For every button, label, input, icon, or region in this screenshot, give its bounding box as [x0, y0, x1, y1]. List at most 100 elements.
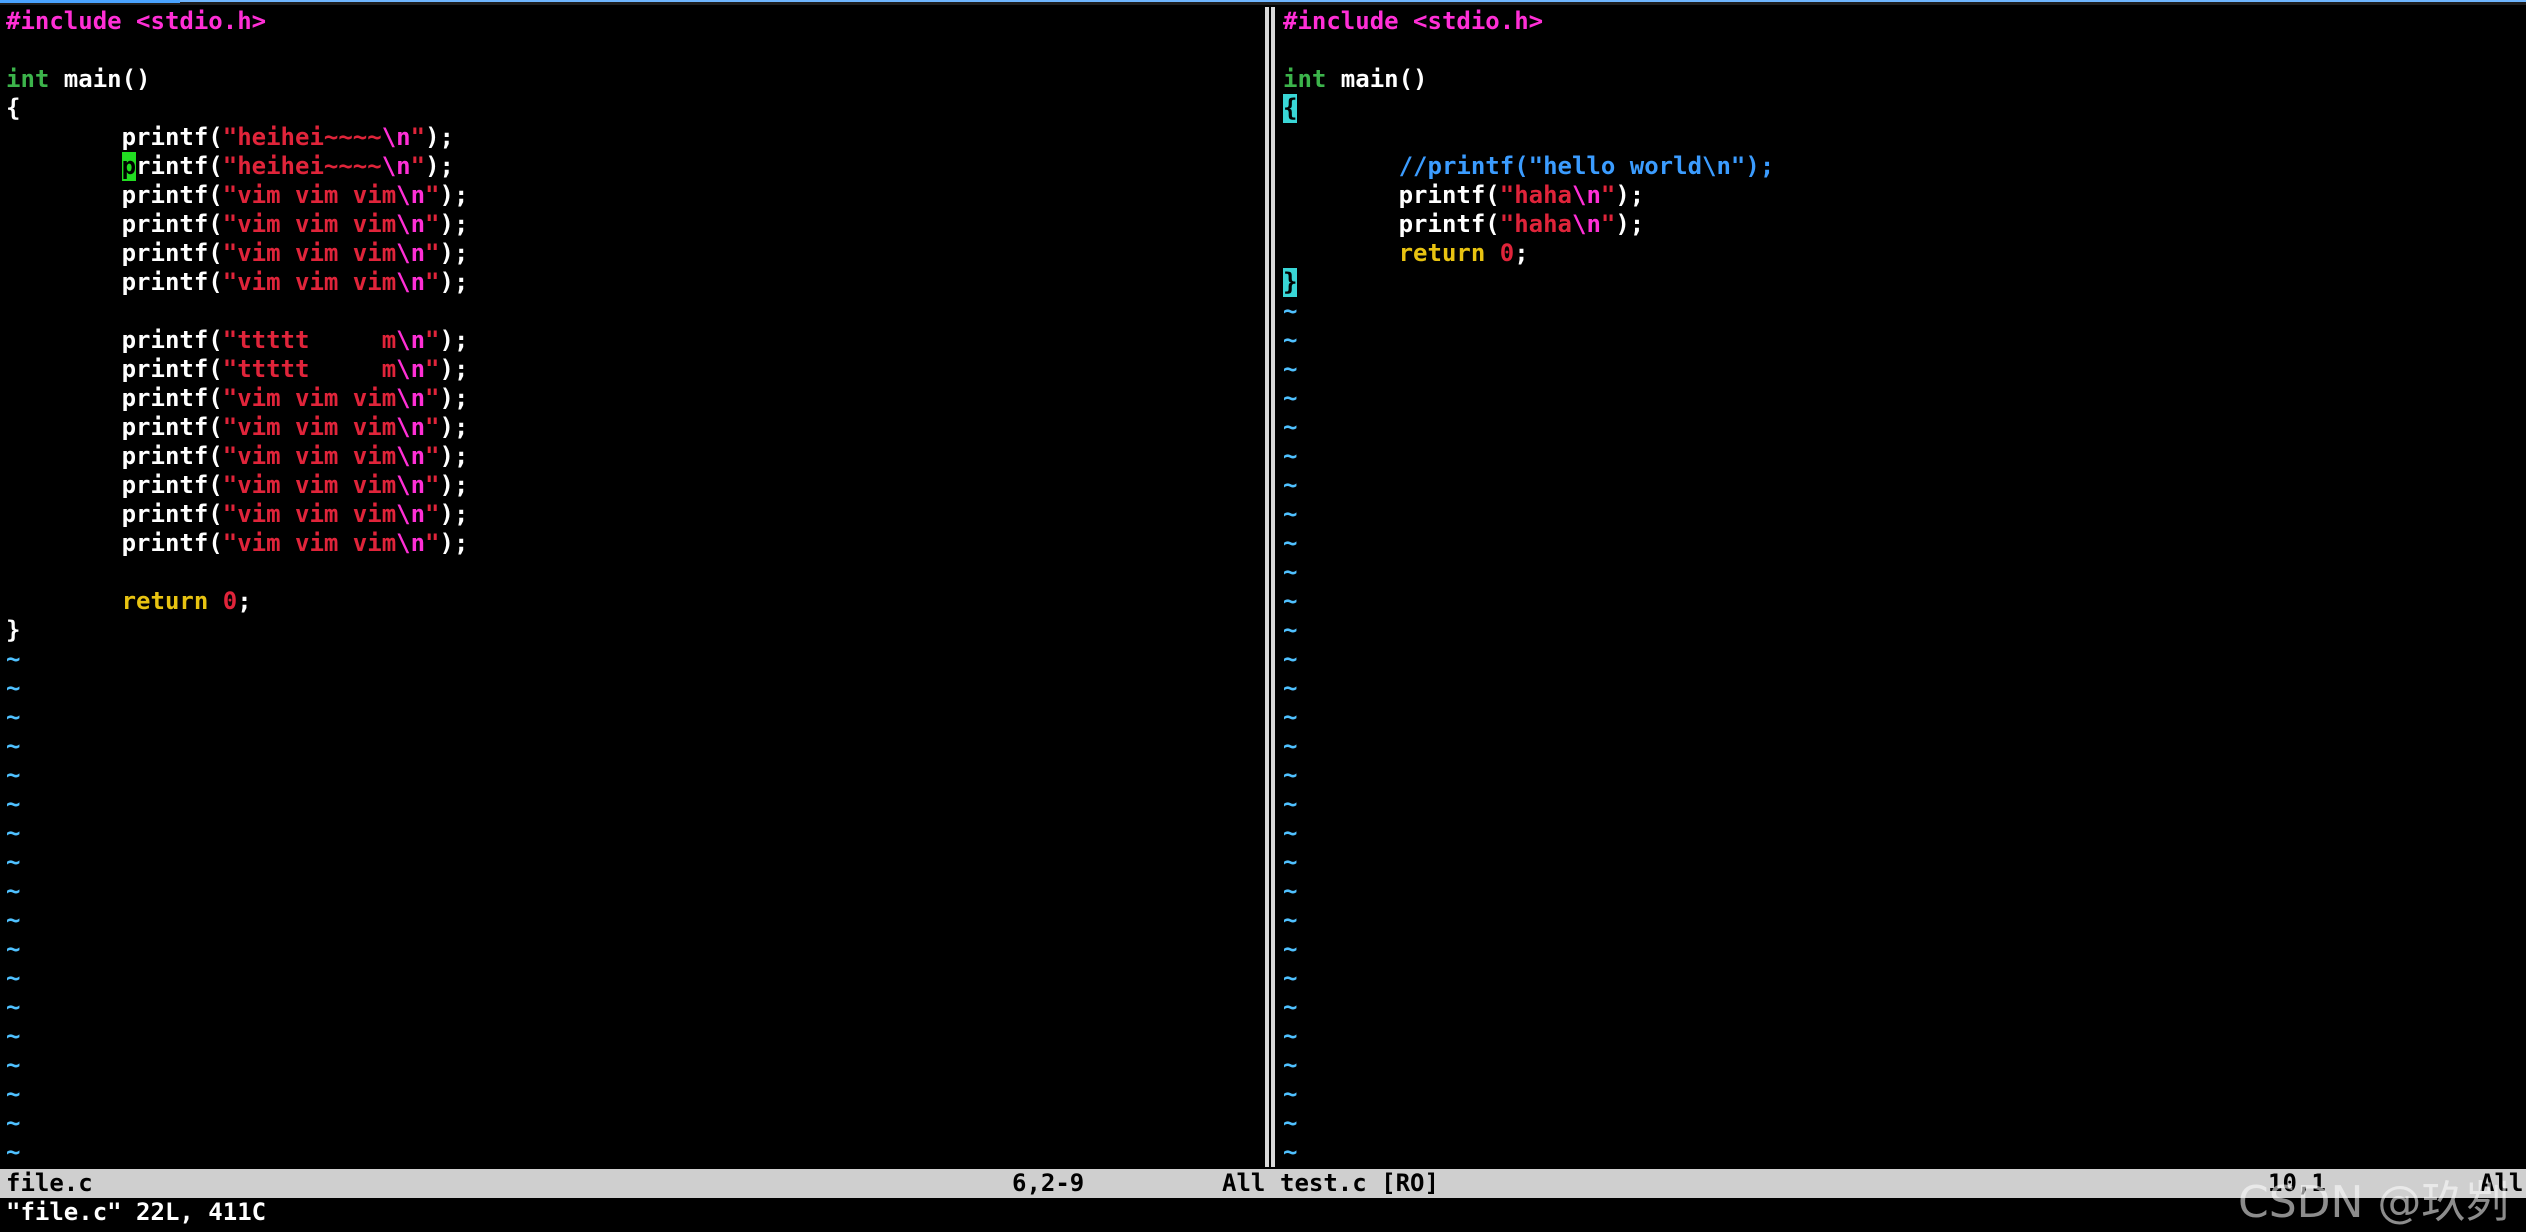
- code-token: \n: [1572, 181, 1601, 209]
- empty-line-marker: ~: [1283, 384, 1298, 412]
- code-token: );: [439, 268, 469, 296]
- code-token: }: [6, 616, 21, 644]
- code-token: printf(: [6, 442, 223, 470]
- code-token: );: [439, 529, 469, 557]
- code-token: \n: [396, 210, 426, 238]
- code-token: );: [439, 326, 469, 354]
- code-token: );: [1615, 210, 1645, 238]
- empty-line-marker: ~: [1283, 1080, 1298, 1108]
- code-line[interactable]: //printf("hello world\n");: [1277, 152, 2526, 181]
- left-status-filename: file.c: [6, 1169, 93, 1197]
- code-token: );: [425, 123, 454, 151]
- code-line[interactable]: printf("vim vim vim\n");: [0, 210, 1263, 239]
- code-line[interactable]: [1277, 123, 2526, 152]
- code-token: ": [1600, 181, 1616, 209]
- editor-pane-file-c[interactable]: #include <stdio.h> int main(){ printf("he…: [0, 7, 1263, 1167]
- window-top-bar: [0, 0, 2526, 5]
- code-line[interactable]: printf("haha\n");: [1277, 181, 2526, 210]
- code-line[interactable]: printf("vim vim vim\n");: [0, 500, 1263, 529]
- code-token: ;: [237, 587, 252, 615]
- code-line[interactable]: {: [1277, 94, 2526, 123]
- code-token: ": [1600, 210, 1616, 238]
- code-line[interactable]: printf("vim vim vim\n");: [0, 413, 1263, 442]
- code-line[interactable]: printf("vim vim vim\n");: [0, 384, 1263, 413]
- code-token: \n: [396, 239, 426, 267]
- code-line[interactable]: {: [0, 94, 1263, 123]
- code-token: "vim vim vim: [222, 471, 397, 499]
- code-line[interactable]: printf("vim vim vim\n");: [0, 529, 1263, 558]
- code-line[interactable]: printf("haha\n");: [1277, 210, 2526, 239]
- empty-line-marker: ~: [1283, 703, 1298, 731]
- code-line[interactable]: int main(): [1277, 65, 2526, 94]
- empty-line-marker: ~: [1283, 645, 1298, 673]
- code-line[interactable]: #include <stdio.h>: [1277, 7, 2526, 36]
- code-line[interactable]: int main(): [0, 65, 1263, 94]
- editor-pane-test-c[interactable]: #include <stdio.h> int main(){ //printf("…: [1277, 7, 2526, 1167]
- code-token: #include <stdio.h>: [6, 7, 267, 35]
- code-line[interactable]: printf("heihei~~~~\n");: [0, 152, 1263, 181]
- empty-line-marker: ~: [6, 935, 21, 963]
- code-token: "vim vim vim: [222, 413, 397, 441]
- active-tab-indicator: [0, 0, 180, 3]
- empty-line-marker: ~: [6, 906, 21, 934]
- empty-line-marker: ~: [1283, 1022, 1298, 1050]
- empty-line-marker: ~: [1283, 877, 1298, 905]
- empty-line-marker: ~: [1283, 355, 1298, 383]
- empty-line-marker: ~: [1283, 906, 1298, 934]
- code-line[interactable]: printf("vim vim vim\n");: [0, 442, 1263, 471]
- code-token: "vim vim vim: [222, 268, 397, 296]
- code-token: "heihei~~~~: [222, 123, 382, 151]
- code-line[interactable]: }: [1277, 268, 2526, 297]
- code-line[interactable]: #include <stdio.h>: [0, 7, 1263, 36]
- code-token: printf(: [6, 326, 223, 354]
- code-token: );: [1615, 181, 1645, 209]
- empty-line-marker: ~: [1283, 1109, 1298, 1137]
- empty-line-marker: ~: [1283, 529, 1298, 557]
- code-line[interactable]: }: [0, 616, 1263, 645]
- code-line[interactable]: return 0;: [1277, 239, 2526, 268]
- empty-line-marker: ~: [1283, 761, 1298, 789]
- code-token: printf(: [1283, 210, 1500, 238]
- code-token: printf(: [6, 268, 223, 296]
- code-token: main(): [49, 65, 151, 93]
- empty-line-marker: ~: [1283, 297, 1298, 325]
- code-token: );: [439, 471, 469, 499]
- code-token: \n: [1572, 210, 1601, 238]
- code-line[interactable]: return 0;: [0, 587, 1263, 616]
- code-token: ": [425, 471, 440, 499]
- code-token: "heihei~~~~: [222, 152, 382, 180]
- code-token: \n: [396, 181, 426, 209]
- code-token: 0: [1499, 239, 1515, 267]
- code-line[interactable]: printf("heihei~~~~\n");: [0, 123, 1263, 152]
- empty-line-marker: ~: [6, 645, 21, 673]
- top-rule: [180, 0, 2526, 2]
- code-line[interactable]: printf("vim vim vim\n");: [0, 239, 1263, 268]
- code-token: ": [410, 152, 426, 180]
- empty-line-marker: ~: [6, 674, 21, 702]
- code-token: printf(: [6, 123, 223, 151]
- code-token: printf(: [1283, 181, 1500, 209]
- status-line: file.c 6,2-9 All test.c [RO] 10,1 All: [0, 1169, 2526, 1198]
- code-line[interactable]: printf("ttttt m\n");: [0, 355, 1263, 384]
- code-token: printf(: [6, 181, 223, 209]
- vertical-split-separator[interactable]: [1265, 7, 1275, 1167]
- code-line[interactable]: [1277, 36, 2526, 65]
- code-line[interactable]: [0, 297, 1263, 326]
- code-token: \n: [396, 384, 426, 412]
- code-line[interactable]: printf("vim vim vim\n");: [0, 268, 1263, 297]
- code-line[interactable]: [0, 36, 1263, 65]
- code-token: );: [439, 210, 469, 238]
- code-token: #include <stdio.h>: [1283, 7, 1544, 35]
- code-line[interactable]: printf("vim vim vim\n");: [0, 471, 1263, 500]
- empty-line-marker: ~: [1283, 442, 1298, 470]
- command-line[interactable]: "file.c" 22L, 411C: [6, 1198, 266, 1227]
- empty-line-marker: ~: [6, 790, 21, 818]
- code-line[interactable]: printf("ttttt m\n");: [0, 326, 1263, 355]
- code-line[interactable]: printf("vim vim vim\n");: [0, 181, 1263, 210]
- code-line[interactable]: [0, 558, 1263, 587]
- code-token: ": [425, 500, 440, 528]
- empty-line-marker: ~: [1283, 935, 1298, 963]
- code-token: );: [439, 239, 469, 267]
- empty-line-marker: ~: [1283, 790, 1298, 818]
